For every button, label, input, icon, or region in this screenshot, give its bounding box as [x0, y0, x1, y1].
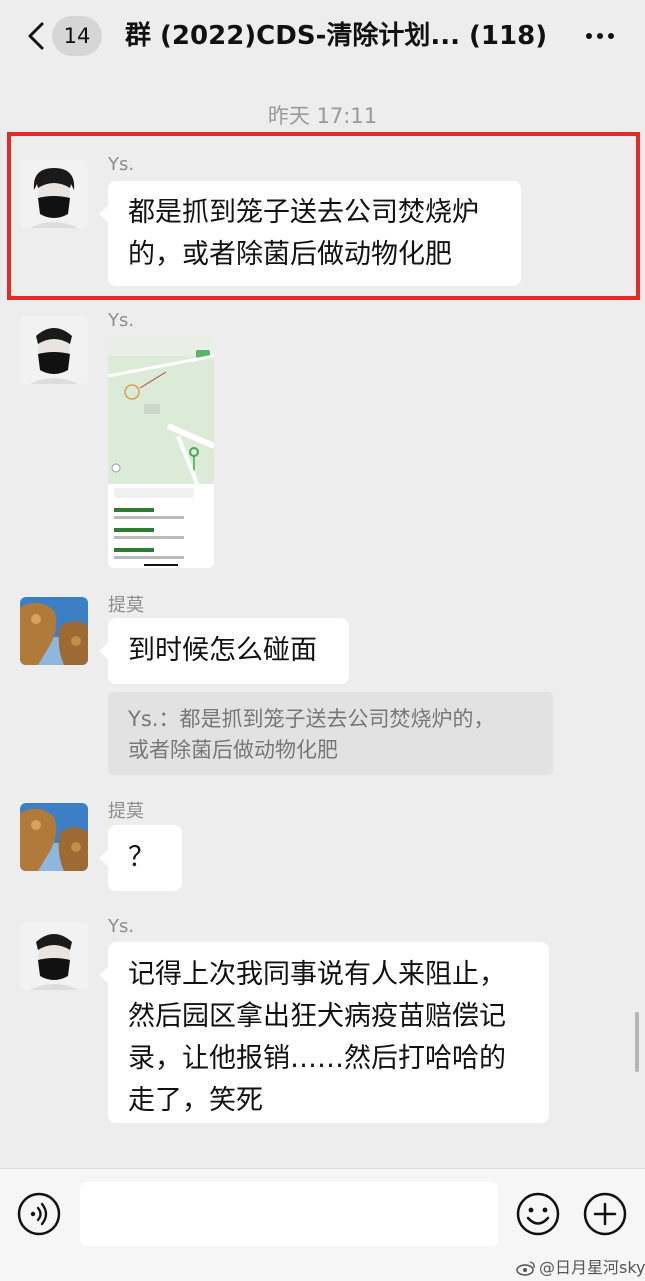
message-bubble[interactable]: ？	[99, 825, 182, 891]
message-text: 到时候怎么碰面	[128, 635, 317, 666]
avatar[interactable]	[20, 803, 88, 871]
sender-name: 提莫	[108, 801, 144, 822]
quote-line: 或者除菌后做动物化肥	[128, 738, 338, 762]
message-input[interactable]	[80, 1182, 498, 1246]
sender-name: 提莫	[108, 595, 144, 616]
chat-header: 14 群 (2022)CDS-清除计划... (118)	[0, 0, 645, 72]
avatar[interactable]	[20, 922, 88, 990]
add-icon[interactable]	[582, 1191, 628, 1237]
message-bubble[interactable]: 到时候怎么碰面	[99, 618, 349, 684]
chat-title: 群 (2022)CDS-清除计划... (118)	[125, 21, 548, 51]
voice-input-icon[interactable]	[16, 1191, 62, 1237]
more-options-icon[interactable]	[582, 18, 618, 54]
emoji-icon[interactable]	[515, 1191, 561, 1237]
message-bubble[interactable]: 记得上次我同事说有人来阻止， 然后园区拿出狂犬病疫苗赔偿记 录，让他报销……然后…	[99, 942, 549, 1123]
quoted-message[interactable]: Ys.：都是抓到笼子送去公司焚烧炉的， 或者除菌后做动物化肥	[108, 692, 553, 775]
avatar[interactable]	[20, 316, 88, 384]
message-line: 的，或者除菌后做动物化肥	[128, 239, 452, 270]
avatar[interactable]	[20, 160, 88, 228]
watermark-text: @日月星河sky	[539, 1258, 645, 1277]
avatar[interactable]	[20, 597, 88, 665]
map-screenshot-image[interactable]	[108, 336, 214, 568]
sender-name: Ys.	[108, 154, 135, 175]
sender-name: Ys.	[108, 310, 135, 331]
message-line: 都是抓到笼子送去公司焚烧炉	[128, 197, 479, 228]
message-line: 记得上次我同事说有人来阻止，	[128, 959, 506, 990]
weibo-logo-icon	[516, 1261, 535, 1276]
message-line: 走了，笑死	[128, 1085, 263, 1116]
watermark: @日月星河sky	[516, 1254, 645, 1278]
back-arrow-icon[interactable]	[22, 16, 52, 56]
message-text: ？	[128, 842, 155, 873]
message-line: 然后园区拿出狂犬病疫苗赔偿记	[128, 1001, 506, 1032]
sender-name: Ys.	[108, 916, 135, 937]
message-line: 录，让他报销……然后打哈哈的	[128, 1043, 506, 1074]
scrollbar[interactable]	[635, 1012, 639, 1072]
quote-line: Ys.：都是抓到笼子送去公司焚烧炉的，	[128, 707, 495, 731]
unread-count-badge[interactable]: 14	[52, 16, 102, 56]
message-timestamp: 昨天 17:11	[267, 104, 378, 128]
message-bubble[interactable]: 都是抓到笼子送去公司焚烧炉 的，或者除菌后做动物化肥	[99, 181, 521, 286]
